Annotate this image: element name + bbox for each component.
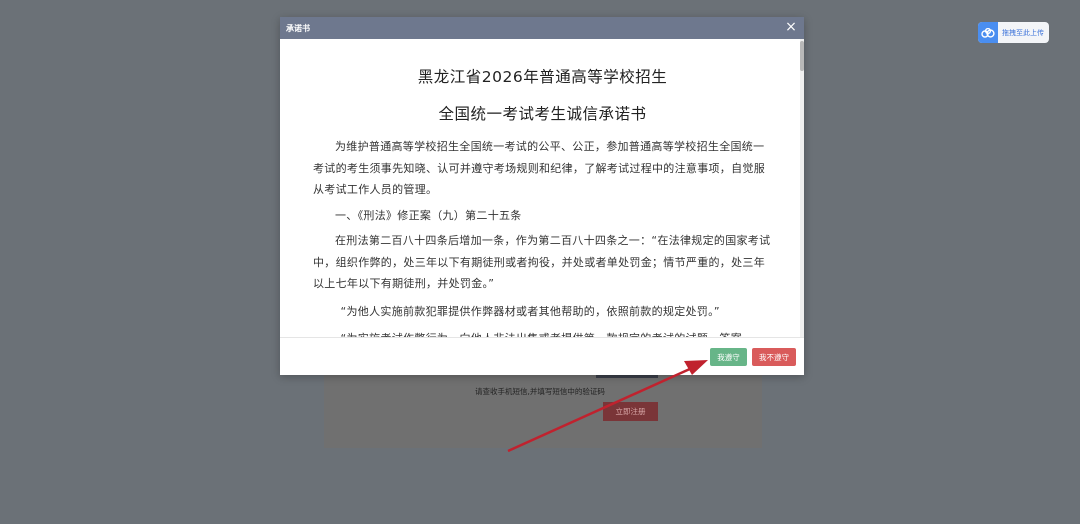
paragraph-quote-1: “为他人实施前款犯罪提供作弊器材或者其他帮助的，依照前款的规定处罚。” [340,304,720,318]
document-title: 黑龙江省2026年普通高等学校招生 [417,68,668,86]
pledge-modal: 承诺书 × 黑龙江省2026年普通高等学校招生 全国统一考试考生诚信承诺书 为维… [280,17,804,375]
paragraph-quote-2: “为实施考试作弊行为，向他人非法出售或者提供第一款规定的考试的试题、答案 [313,328,772,337]
modal-body[interactable]: 黑龙江省2026年普通高等学校招生 全国统一考试考生诚信承诺书 为维护普通高等学… [280,39,804,337]
disagree-button[interactable]: 我不遵守 [752,348,796,366]
pledge-document: 黑龙江省2026年普通高等学校招生 全国统一考试考生诚信承诺书 为维护普通高等学… [280,65,804,337]
modal-title: 承诺书 [286,23,310,33]
agree-button[interactable]: 我遵守 [710,348,747,366]
sms-hint-text: 请查收手机短信,并填写短信中的验证码 [0,386,1080,397]
background-form-card [324,372,762,448]
close-icon[interactable]: × [784,20,798,34]
modal-footer: 我遵守 我不遵守 [280,337,804,375]
document-subtitle: 全国统一考试考生诚信承诺书 [438,105,647,123]
paragraph-section-heading: 一、《刑法》修正案（九）第二十五条 [335,208,522,222]
paragraph-law-text: 在刑法第二百八十四条后增加一条，作为第二百八十四条之一：“在法律规定的国家考试中… [313,234,771,290]
sms-hint-label: 请查收手机短信,并填写短信中的验证码 [475,387,605,396]
scrollbar-thumb[interactable] [800,41,804,71]
cloud-upload-icon [978,22,998,43]
upload-label: 拖拽至此上传 [1002,28,1044,37]
modal-header: 承诺书 × [280,17,804,39]
upload-badge[interactable]: 拖拽至此上传 [978,22,1049,43]
paragraph-intro: 为维护普通高等学校招生全国统一考试的公平、公正，参加普通高等学校招生全国统一考试… [313,140,765,196]
register-button[interactable]: 立即注册 [603,402,658,421]
modal-scrollbar[interactable] [800,39,804,337]
